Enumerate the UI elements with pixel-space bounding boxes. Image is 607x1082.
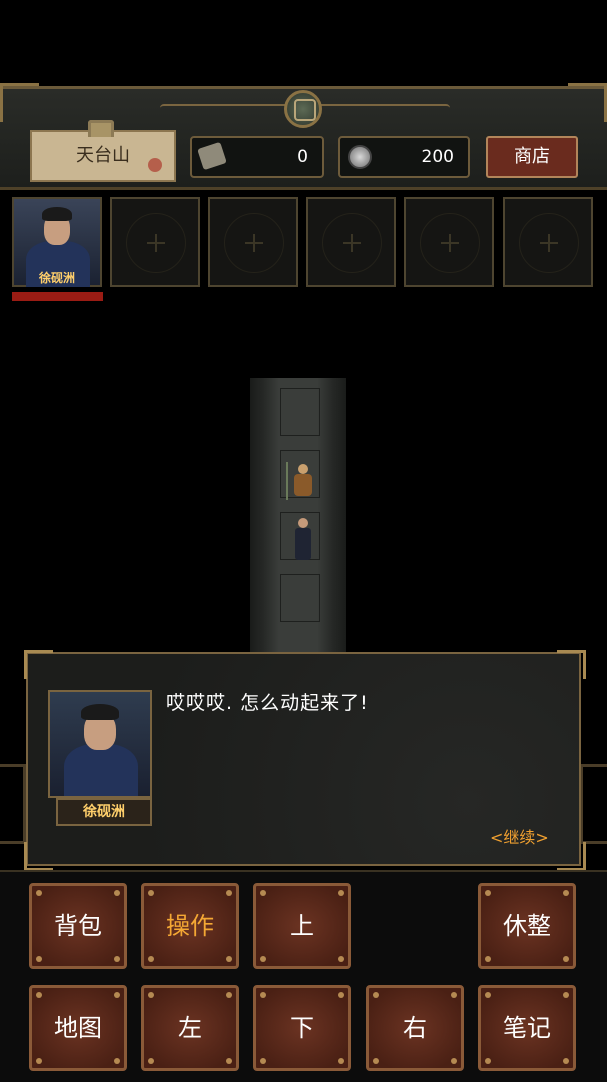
stud-ornament — [260, 956, 266, 962]
map-button[interactable]: 地图 — [29, 985, 127, 1071]
stud-ornament — [485, 956, 491, 962]
stud-ornament — [563, 992, 569, 998]
move-right-button[interactable]: 右 — [366, 985, 464, 1071]
stud-ornament — [338, 992, 344, 998]
medallion-emblem — [284, 90, 322, 128]
party-slot-empty[interactable] — [110, 197, 200, 287]
corner-ornament — [24, 650, 53, 679]
corner-ornament — [557, 842, 586, 871]
shop-button[interactable]: 商店 — [486, 136, 578, 178]
stud-ornament — [563, 956, 569, 962]
add-icon — [441, 234, 459, 252]
stud-ornament — [451, 1058, 457, 1064]
corner-ornament — [24, 842, 53, 871]
move-down-button[interactable]: 下 — [253, 985, 351, 1071]
stud-ornament — [114, 956, 120, 962]
stud-ornament — [338, 1058, 344, 1064]
coin-icon — [348, 145, 372, 169]
speaker-name: 徐砚洲 — [56, 798, 152, 826]
stud-ornament — [338, 890, 344, 896]
side-frame — [580, 764, 607, 844]
stud-ornament — [563, 890, 569, 896]
ticket-count: 0 — [297, 147, 308, 167]
stud-ornament — [373, 1058, 379, 1064]
stud-ornament — [226, 1058, 232, 1064]
scroll-ornament — [160, 104, 300, 112]
stud-ornament — [260, 890, 266, 896]
location-label: 天台山 — [30, 130, 176, 182]
party-slot-empty[interactable] — [208, 197, 298, 287]
ticket-counter: 0 — [190, 136, 324, 178]
enemy-sprite[interactable] — [286, 462, 318, 504]
dialog-text: 哎哎哎. 怎么动起来了! — [166, 692, 369, 714]
stud-ornament — [36, 890, 42, 896]
party-slot-empty[interactable] — [306, 197, 396, 287]
stud-ornament — [148, 890, 154, 896]
add-icon — [540, 234, 558, 252]
add-icon — [147, 234, 165, 252]
stud-ornament — [36, 992, 42, 998]
stud-ornament — [563, 1058, 569, 1064]
stud-ornament — [226, 992, 232, 998]
stud-ornament — [148, 956, 154, 962]
corner-ornament — [557, 650, 586, 679]
party-slot-member[interactable]: 徐砚洲 — [12, 197, 102, 287]
stud-ornament — [260, 992, 266, 998]
stud-ornament — [226, 890, 232, 896]
ticket-icon — [197, 141, 227, 171]
move-up-button[interactable]: 上 — [253, 883, 351, 969]
party-slot-empty[interactable] — [404, 197, 494, 287]
member-name: 徐砚洲 — [38, 271, 75, 285]
stud-ornament — [373, 992, 379, 998]
continue-button[interactable]: <继续> — [490, 824, 549, 848]
stud-ornament — [485, 992, 491, 998]
notes-button[interactable]: 笔记 — [478, 985, 576, 1071]
operate-button[interactable]: 操作 — [141, 883, 239, 969]
speaker-portrait — [48, 690, 152, 798]
corner-ornament — [0, 83, 39, 122]
move-left-button[interactable]: 左 — [141, 985, 239, 1071]
stud-ornament — [485, 1058, 491, 1064]
rest-button[interactable]: 休整 — [478, 883, 576, 969]
bag-button[interactable]: 背包 — [29, 883, 127, 969]
add-icon — [343, 234, 361, 252]
seal-icon — [148, 158, 162, 172]
stud-ornament — [36, 956, 42, 962]
stud-ornament — [148, 1058, 154, 1064]
coin-counter: 200 — [338, 136, 470, 178]
stud-ornament — [226, 956, 232, 962]
clip-icon — [88, 120, 114, 137]
scroll-ornament — [310, 104, 450, 112]
stud-ornament — [36, 1058, 42, 1064]
stud-ornament — [485, 890, 491, 896]
stud-ornament — [114, 1058, 120, 1064]
side-frame — [0, 764, 26, 844]
player-sprite — [294, 518, 312, 562]
stud-ornament — [451, 992, 457, 998]
stud-ornament — [260, 1058, 266, 1064]
stud-ornament — [114, 890, 120, 896]
map-corridor — [250, 378, 346, 654]
stud-ornament — [148, 992, 154, 998]
coin-count: 200 — [421, 147, 454, 167]
stud-ornament — [114, 992, 120, 998]
member-hp-bar — [12, 292, 103, 301]
stud-ornament — [338, 956, 344, 962]
corner-ornament — [568, 83, 607, 122]
party-slot-empty[interactable] — [503, 197, 593, 287]
add-icon — [245, 234, 263, 252]
